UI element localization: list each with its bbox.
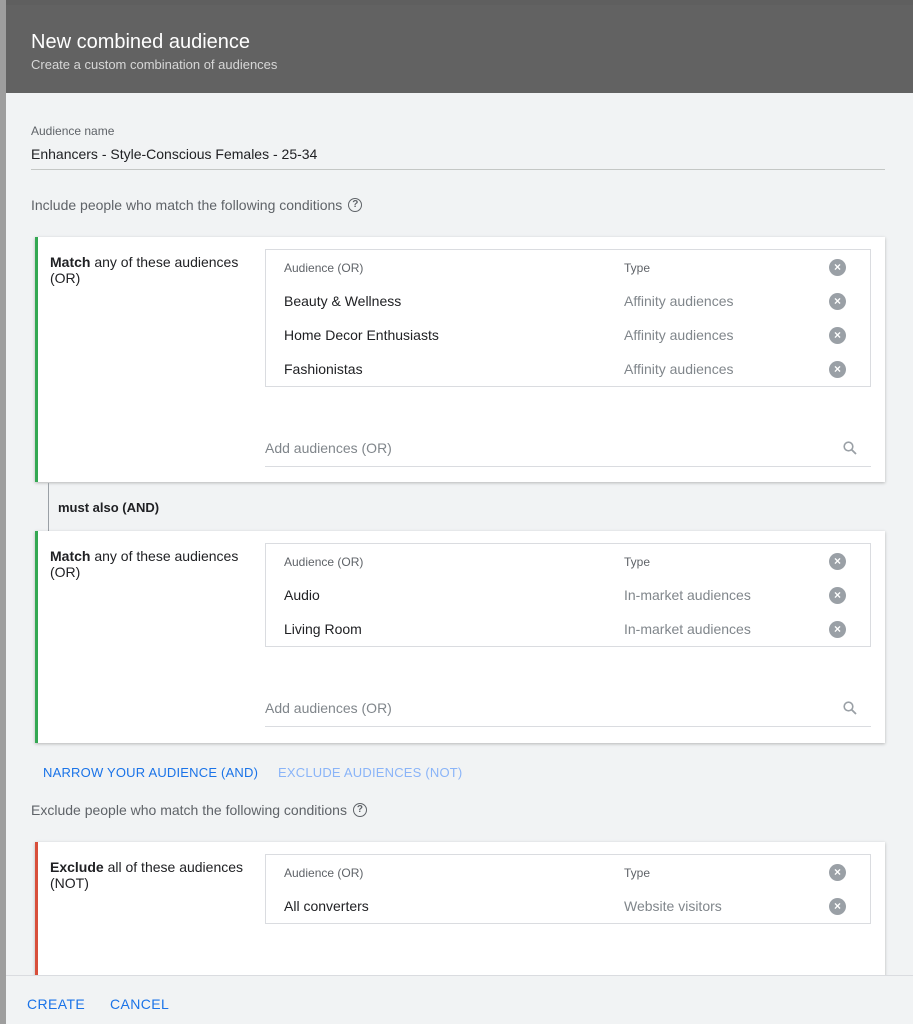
table-header-row: Audience (OR) Type × — [266, 855, 870, 889]
exclude-audience-table: Audience (OR) Type × All converters Webs… — [265, 854, 871, 924]
exclude-audience-group: Exclude all of these audiences (NOT) Aud… — [35, 842, 885, 982]
audience-type-cell: Affinity audiences — [624, 361, 734, 377]
table-row: Home Decor Enthusiasts Affinity audience… — [266, 318, 870, 352]
combined-audience-dialog: New combined audience Create a custom co… — [6, 5, 913, 1024]
exclude-group-label: Exclude all of these audiences (NOT) — [50, 859, 250, 891]
group-2-label: Match any of these audiences (OR) — [50, 548, 250, 580]
audience-name-cell: Home Decor Enthusiasts — [284, 327, 439, 343]
remove-audience-icon[interactable]: × — [829, 327, 846, 344]
audience-name-cell: Beauty & Wellness — [284, 293, 402, 309]
column-header-audience: Audience (OR) — [284, 866, 364, 880]
dialog-header: New combined audience Create a custom co… — [6, 5, 913, 93]
column-header-type: Type — [624, 261, 651, 275]
audience-type-cell: In-market audiences — [624, 621, 751, 637]
table-row: Beauty & Wellness Affinity audiences × — [266, 284, 870, 318]
table-row: Fashionistas Affinity audiences × — [266, 352, 870, 386]
audience-type-cell: In-market audiences — [624, 587, 751, 603]
group-2-add-audiences-input[interactable]: Add audiences (OR) — [265, 692, 871, 727]
search-icon[interactable] — [843, 441, 857, 455]
table-row: Audio In-market audiences × — [266, 578, 870, 612]
group-1-audience-table: Audience (OR) Type × Beauty & Wellness A… — [265, 249, 871, 387]
include-heading: Include people who match the following c… — [31, 197, 363, 213]
dialog-footer: CREATE CANCEL — [6, 975, 913, 1024]
dialog-title: New combined audience — [31, 31, 251, 53]
table-row: Living Room In-market audiences × — [266, 612, 870, 646]
audience-name-cell: Audio — [284, 587, 320, 603]
audience-group-2: Match any of these audiences (OR) Audien… — [35, 531, 885, 743]
audience-name-cell: Fashionistas — [284, 361, 363, 377]
exclude-group-label-bold: Exclude — [50, 859, 104, 875]
help-icon[interactable]: ? — [352, 803, 367, 817]
remove-audience-icon[interactable]: × — [829, 587, 846, 604]
search-icon[interactable] — [843, 701, 857, 715]
exclude-heading-text: Exclude people who match the following c… — [31, 802, 347, 818]
remove-audience-icon[interactable]: × — [829, 361, 846, 378]
audience-name-underline — [31, 169, 885, 170]
group-1-add-audiences-input[interactable]: Add audiences (OR) — [265, 432, 871, 467]
audience-type-cell: Affinity audiences — [624, 293, 734, 309]
create-button[interactable]: CREATE — [27, 996, 85, 1012]
group-1-label-bold: Match — [50, 254, 91, 270]
column-header-type: Type — [624, 866, 651, 880]
narrow-audience-button[interactable]: NARROW YOUR AUDIENCE (AND) — [43, 765, 258, 780]
audience-name-label: Audience name — [31, 124, 115, 138]
remove-audience-icon[interactable]: × — [829, 621, 846, 638]
table-row: All converters Website visitors × — [266, 889, 870, 923]
column-header-audience: Audience (OR) — [284, 555, 364, 569]
remove-all-icon[interactable]: × — [829, 553, 846, 570]
exclude-audiences-button[interactable]: EXCLUDE AUDIENCES (NOT) — [278, 765, 462, 780]
include-heading-text: Include people who match the following c… — [31, 197, 343, 213]
group-2-audience-table: Audience (OR) Type × Audio In-market aud… — [265, 543, 871, 647]
audience-type-cell: Affinity audiences — [624, 327, 734, 343]
add-audiences-placeholder: Add audiences (OR) — [265, 440, 392, 456]
group-1-label: Match any of these audiences (OR) — [50, 254, 250, 286]
exclude-heading: Exclude people who match the following c… — [31, 802, 367, 818]
table-header-row: Audience (OR) Type × — [266, 544, 870, 578]
remove-audience-icon[interactable]: × — [829, 293, 846, 310]
remove-audience-icon[interactable]: × — [829, 898, 846, 915]
audience-name-cell: Living Room — [284, 621, 362, 637]
remove-all-icon[interactable]: × — [829, 864, 846, 881]
help-icon[interactable]: ? — [348, 198, 363, 212]
audience-name-input[interactable]: Enhancers - Style-Conscious Females - 25… — [31, 146, 317, 162]
cancel-button[interactable]: CANCEL — [110, 996, 169, 1012]
audience-group-1: Match any of these audiences (OR) Audien… — [35, 237, 885, 482]
table-header-row: Audience (OR) Type × — [266, 250, 870, 284]
audience-name-cell: All converters — [284, 898, 369, 914]
audience-type-cell: Website visitors — [624, 898, 722, 914]
column-header-audience: Audience (OR) — [284, 261, 364, 275]
remove-all-icon[interactable]: × — [829, 259, 846, 276]
and-connector-line — [48, 483, 49, 531]
add-audiences-placeholder: Add audiences (OR) — [265, 700, 392, 716]
and-label: must also (AND) — [58, 500, 160, 515]
dialog-subtitle: Create a custom combination of audiences — [31, 57, 278, 72]
group-2-label-bold: Match — [50, 548, 91, 564]
column-header-type: Type — [624, 555, 651, 569]
